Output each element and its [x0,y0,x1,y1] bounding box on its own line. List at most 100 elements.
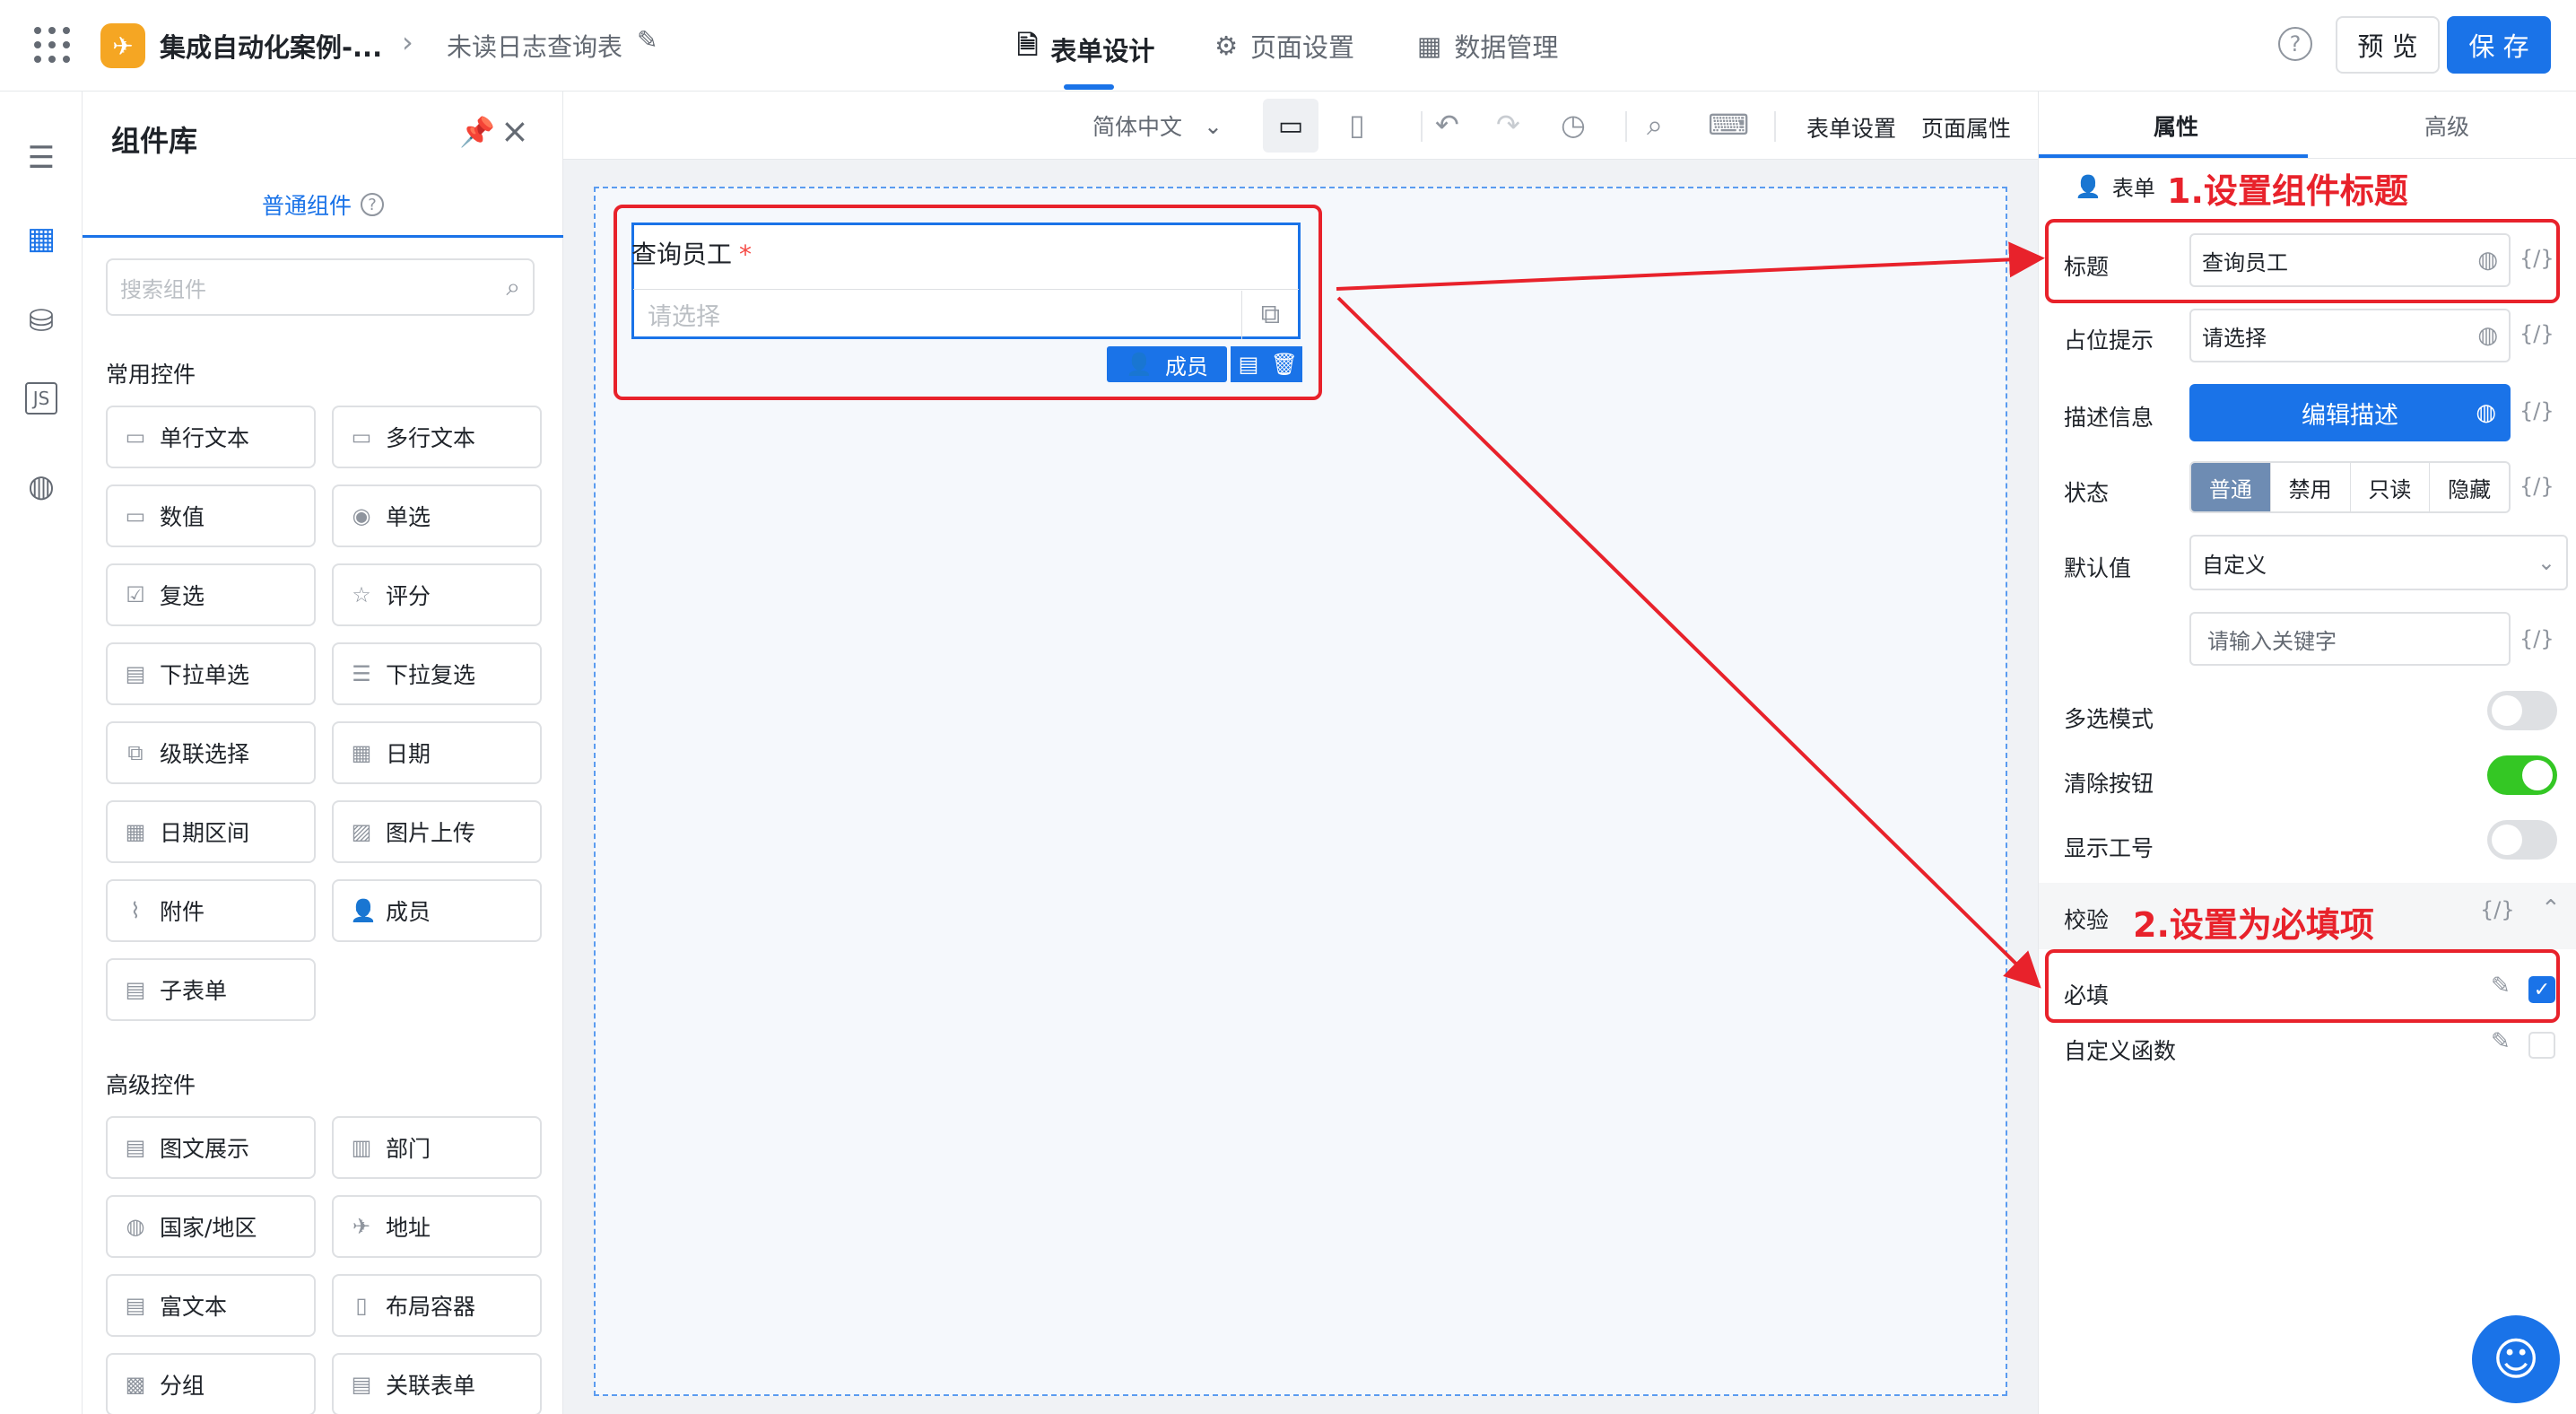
gear-icon: ⚙ [1214,31,1238,61]
tab-advanced[interactable]: 高级 [2424,109,2469,142]
component-label: 图文展示 [160,1136,250,1162]
support-chat-icon[interactable]: ☺ [2472,1315,2560,1403]
tab-label: 数据管理 [1454,32,1559,63]
component-icon: ▯ [355,1293,368,1318]
redo-icon[interactable]: ↷ [1496,108,1520,142]
component-item[interactable]: ▤ 富文本 [106,1274,316,1337]
component-item[interactable]: ▩ 分组 [106,1353,316,1414]
tab-form-design[interactable]: 🗎 表单设计 [1017,27,1154,71]
app-logo-icon: ✈ [100,23,145,68]
tab-page-settings[interactable]: ⚙ 页面设置 [1214,27,1354,65]
preview-button[interactable]: 预 览 [2336,16,2440,74]
app-name[interactable]: 集成自动化案例-... [160,27,382,65]
desktop-view-icon[interactable]: ▭ [1263,99,1318,153]
pin-icon[interactable]: 📌 [459,115,495,149]
component-item[interactable]: ☰ 下拉复选 [332,642,542,705]
code-icon[interactable]: {/} [2480,897,2515,922]
component-icon: ◉ [352,503,371,528]
page-properties-button[interactable]: 页面属性 [1921,111,2011,144]
help-icon[interactable]: ? [2278,27,2312,61]
component-item[interactable]: 👤 成员 [332,879,542,942]
component-item[interactable]: ▥ 部门 [332,1116,542,1179]
validation-label: 校验 [2064,907,2110,933]
left-rail: ☰ ▦ ⛁ JS ◍ [0,92,83,1414]
globe-icon[interactable]: ◍ [20,465,63,508]
component-item[interactable]: ⧉ 级联选择 [106,721,316,784]
component-item[interactable]: ☑ 复选 [106,563,316,626]
clear-button-toggle[interactable] [2487,755,2557,795]
component-item[interactable]: ▭ 单行文本 [106,406,316,468]
state-segmented-control: 普通 禁用 只读 隐藏 [2189,461,2511,513]
component-item[interactable]: ▦ 日期区间 [106,800,316,863]
default-value: 自定义 [2202,552,2267,578]
component-item[interactable]: ☆ 评分 [332,563,542,626]
component-label: 日期区间 [160,820,250,846]
apps-grid-icon[interactable] [34,27,70,63]
edit-description-button[interactable]: 编辑描述 ◍ [2189,384,2511,441]
state-readonly[interactable]: 只读 [2351,463,2431,511]
outline-icon[interactable]: ☰ [20,136,63,179]
placeholder-input[interactable]: 请选择 ◍ [2189,309,2511,362]
component-icon: ▤ [125,661,146,686]
keyword-input[interactable]: 请输入关键字 [2189,612,2511,666]
history-icon[interactable]: ◷ [1561,108,1586,142]
tab-data-management[interactable]: ▦ 数据管理 [1417,27,1558,65]
component-item[interactable]: ✈ 地址 [332,1195,542,1258]
code-icon[interactable]: {/} [2519,474,2554,499]
code-icon[interactable]: {/} [2519,626,2554,651]
component-icon: ▨ [351,819,372,844]
multi-select-toggle[interactable] [2487,691,2557,730]
edit-description-label: 编辑描述 [2302,401,2398,430]
component-item[interactable]: ▤ 子表单 [106,958,316,1021]
mobile-view-icon[interactable]: ▯ [1349,108,1365,142]
search-icon[interactable]: ⌕ [1647,108,1663,143]
custom-function-checkbox[interactable] [2528,1032,2555,1059]
state-normal[interactable]: 普通 [2191,463,2271,511]
component-label: 分组 [160,1373,205,1399]
description-label: 描述信息 [2064,405,2154,431]
edit-icon[interactable]: ✎ [637,25,657,55]
save-button[interactable]: 保 存 [2447,16,2551,74]
annotation-step-2: 2.设置为必填项 [2133,905,2374,945]
keyboard-icon[interactable]: ⌨ [1708,108,1749,142]
component-item[interactable]: ▨ 图片上传 [332,800,542,863]
tab-common-components[interactable]: 普通组件? [262,188,385,221]
component-label: 国家/地区 [160,1215,257,1241]
divider [1421,111,1423,142]
chevron-down-icon: ⌄ [1204,112,1223,139]
component-item[interactable]: ▦ 日期 [332,721,542,784]
component-item[interactable]: ◉ 单选 [332,484,542,547]
state-disabled[interactable]: 禁用 [2271,463,2351,511]
chevron-up-icon[interactable]: ⌃ [2541,895,2561,922]
component-item[interactable]: ▭ 多行文本 [332,406,542,468]
database-icon[interactable]: ⛁ [20,300,63,343]
language-select[interactable]: 简体中文 ⌄ [1092,109,1223,142]
component-search-input[interactable]: 搜索组件 ⌕ [106,258,535,316]
show-job-number-label: 显示工号 [2064,835,2154,861]
component-item[interactable]: ⌇ 附件 [106,879,316,942]
component-item[interactable]: ▤ 关联表单 [332,1353,542,1414]
edit-icon[interactable]: ✎ [2491,1028,2511,1055]
tab-properties[interactable]: 属性 [2154,109,2198,142]
globe-icon[interactable]: ◍ [2477,322,2498,349]
close-icon[interactable]: × [500,111,529,151]
code-icon[interactable]: {/} [2519,398,2554,423]
component-item[interactable]: ▯ 布局容器 [332,1274,542,1337]
default-value-select[interactable]: 自定义 ⌄ [2189,535,2568,590]
component-label: 部门 [386,1136,431,1162]
undo-icon[interactable]: ↶ [1435,108,1459,142]
form-settings-button[interactable]: 表单设置 [1806,111,1896,144]
component-icon: ▭ [351,424,372,450]
component-label: 子表单 [160,978,228,1004]
js-icon[interactable]: JS [25,382,57,415]
component-item[interactable]: ▭ 数值 [106,484,316,547]
component-icon: ⌇ [130,898,141,923]
component-item[interactable]: ◍ 国家/地区 [106,1195,316,1258]
component-item[interactable]: ▤ 图文展示 [106,1116,316,1179]
component-item[interactable]: ▤ 下拉单选 [106,642,316,705]
show-job-number-toggle[interactable] [2487,820,2557,860]
components-icon[interactable]: ▦ [20,217,63,260]
code-icon[interactable]: {/} [2519,321,2554,346]
state-hidden[interactable]: 隐藏 [2430,463,2509,511]
form-crumb[interactable]: 👤 表单 [2075,170,2155,202]
